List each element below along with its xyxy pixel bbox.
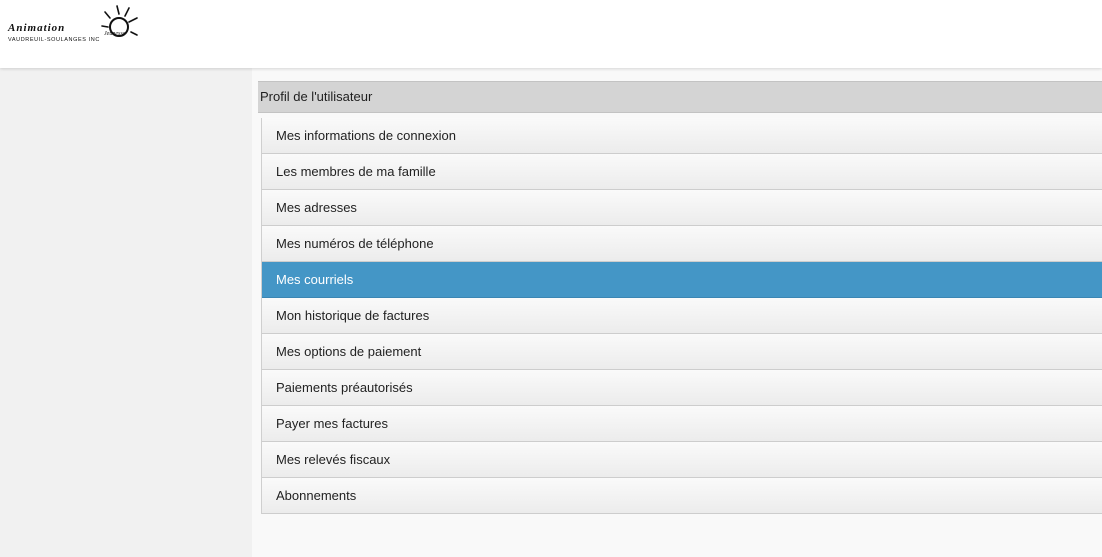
menu-item-payer-factures[interactable]: Payer mes factures xyxy=(262,406,1102,442)
left-sidebar xyxy=(0,68,252,557)
menu-item-paiements-preautorises[interactable]: Paiements préautorisés xyxy=(262,370,1102,406)
menu-item-adresses[interactable]: Mes adresses xyxy=(262,190,1102,226)
svg-text:Animation: Animation xyxy=(7,22,65,34)
site-logo[interactable]: Animation Jeunesse VAUDREUIL-SOULANGES I… xyxy=(4,4,144,44)
menu-item-factures-historique[interactable]: Mon historique de factures xyxy=(262,298,1102,334)
menu-item-options-paiement[interactable]: Mes options de paiement xyxy=(262,334,1102,370)
panel-title: Profil de l'utilisateur xyxy=(258,81,1102,113)
menu-item-telephone[interactable]: Mes numéros de téléphone xyxy=(262,226,1102,262)
menu-item-courriels[interactable]: Mes courriels xyxy=(262,262,1102,298)
profile-menu: Mes informations de connexion Les membres… xyxy=(261,118,1102,514)
svg-text:Jeunesse: Jeunesse xyxy=(104,31,126,37)
svg-text:VAUDREUIL-SOULANGES INC: VAUDREUIL-SOULANGES INC xyxy=(8,37,100,43)
menu-item-connexion[interactable]: Mes informations de connexion xyxy=(262,118,1102,154)
menu-item-abonnements[interactable]: Abonnements xyxy=(262,478,1102,514)
sun-logo-icon: Animation Jeunesse VAUDREUIL-SOULANGES I… xyxy=(7,5,138,43)
menu-item-famille[interactable]: Les membres de ma famille xyxy=(262,154,1102,190)
menu-item-releves-fiscaux[interactable]: Mes relevés fiscaux xyxy=(262,442,1102,478)
site-header: Animation Jeunesse VAUDREUIL-SOULANGES I… xyxy=(0,0,1102,68)
main-content: Profil de l'utilisateur Mes informations… xyxy=(252,68,1102,557)
